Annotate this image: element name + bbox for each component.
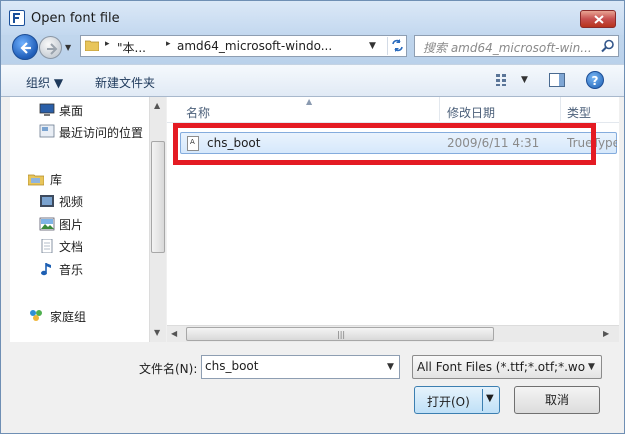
window-title: Open font file bbox=[31, 11, 120, 26]
column-type[interactable]: 类型 bbox=[567, 104, 591, 121]
back-button[interactable] bbox=[12, 34, 38, 60]
file-type-dropdown-icon[interactable]: ▼ bbox=[588, 362, 595, 372]
forward-arrow-icon bbox=[47, 43, 58, 55]
column-divider[interactable] bbox=[560, 97, 561, 121]
column-date-modified[interactable]: 修改日期 bbox=[447, 104, 495, 121]
organize-menu-button[interactable]: 组织 ▼ bbox=[26, 74, 63, 91]
close-icon bbox=[594, 15, 604, 24]
open-button-label: 打开(O) bbox=[427, 395, 470, 409]
filename-field[interactable] bbox=[205, 359, 375, 373]
breadcrumb-item[interactable]: amd64_microsoft-windo... bbox=[177, 39, 332, 53]
recent-pages-dropdown[interactable]: ▼ bbox=[65, 43, 71, 52]
filename-dropdown-icon[interactable]: ▼ bbox=[387, 362, 394, 372]
annotation-highlight-box bbox=[173, 123, 596, 165]
file-type-filter[interactable]: All Font Files (*.ttf;*.otf;*.woff ▼ bbox=[412, 355, 602, 379]
column-divider[interactable] bbox=[439, 97, 440, 121]
scroll-left-icon[interactable]: ◀ bbox=[171, 329, 177, 338]
split-divider bbox=[482, 389, 483, 411]
desktop-icon bbox=[39, 103, 55, 116]
nav-item-homegroup[interactable]: 家庭组 bbox=[50, 308, 86, 326]
nav-item-desktop[interactable]: 桌面 bbox=[59, 102, 83, 120]
address-bar[interactable]: ▸ "本... ▸ amd64_microsoft-windo... ▼ bbox=[80, 35, 407, 57]
music-icon bbox=[41, 263, 51, 276]
recent-places-icon bbox=[39, 124, 55, 138]
search-box[interactable]: 搜索 amd64_microsoft-win... bbox=[414, 35, 619, 57]
search-icon[interactable] bbox=[601, 39, 615, 53]
scroll-right-icon[interactable]: ▶ bbox=[603, 329, 609, 338]
help-icon[interactable]: ? bbox=[586, 71, 604, 89]
cancel-button[interactable]: 取消 bbox=[514, 386, 600, 414]
column-name[interactable]: 名称 bbox=[186, 104, 210, 121]
open-font-dialog: Open font file ▼ ▸ "本... ▸ amd64_microso… bbox=[0, 0, 625, 434]
nav-item-videos[interactable]: 视频 bbox=[59, 193, 83, 211]
nav-item-documents[interactable]: 文档 bbox=[59, 238, 83, 256]
nav-pane-scrollbar[interactable]: ▲ ▼ bbox=[149, 97, 166, 342]
scroll-thumb[interactable]: ||| bbox=[186, 327, 494, 341]
scroll-grip-icon: ||| bbox=[337, 330, 346, 339]
search-input[interactable]: 搜索 amd64_microsoft-win... bbox=[423, 39, 592, 56]
filename-combobox[interactable]: ▼ bbox=[201, 355, 400, 379]
videos-icon bbox=[40, 195, 54, 207]
library-icon bbox=[28, 174, 44, 186]
file-type-filter-value: All Font Files (*.ttf;*.otf;*.woff bbox=[417, 360, 585, 374]
sort-ascending-icon: ▲ bbox=[306, 97, 313, 106]
documents-icon bbox=[41, 239, 53, 253]
file-list-scrollbar[interactable]: ◀ ||| ▶ bbox=[167, 325, 619, 342]
address-dropdown-button[interactable]: ▼ bbox=[369, 41, 376, 51]
command-toolbar: 组织 ▼ 新建文件夹 ▼ ? bbox=[1, 64, 624, 97]
nav-item-music[interactable]: 音乐 bbox=[59, 261, 83, 279]
nav-item-recent-places[interactable]: 最近访问的位置 bbox=[59, 124, 143, 142]
pictures-icon bbox=[39, 217, 55, 231]
breadcrumb-separator[interactable]: ▸ bbox=[105, 39, 110, 49]
preview-pane-icon[interactable] bbox=[549, 73, 565, 87]
back-arrow-icon bbox=[20, 42, 31, 54]
navigation-pane: 桌面 最近访问的位置 库 视频 图片 文档 音乐 家庭组 bbox=[10, 97, 165, 342]
title-bar: Open font file bbox=[1, 1, 624, 35]
refresh-button[interactable] bbox=[387, 37, 405, 55]
new-folder-button[interactable]: 新建文件夹 bbox=[95, 74, 155, 91]
view-options-icon[interactable] bbox=[495, 73, 513, 87]
scroll-thumb[interactable] bbox=[151, 141, 165, 253]
breadcrumb-item[interactable]: "本... bbox=[117, 39, 146, 56]
forward-button[interactable] bbox=[39, 36, 62, 59]
close-button[interactable] bbox=[580, 10, 616, 28]
nav-item-pictures[interactable]: 图片 bbox=[59, 216, 83, 234]
homegroup-icon bbox=[30, 310, 42, 321]
refresh-icon bbox=[392, 39, 403, 52]
breadcrumb-separator[interactable]: ▸ bbox=[166, 39, 171, 49]
folder-icon bbox=[85, 40, 99, 51]
scroll-down-icon[interactable]: ▼ bbox=[154, 328, 160, 337]
nav-item-library[interactable]: 库 bbox=[50, 171, 62, 189]
scroll-up-icon[interactable]: ▲ bbox=[154, 101, 160, 110]
open-button[interactable]: 打开(O) ▼ bbox=[414, 386, 500, 414]
view-options-dropdown[interactable]: ▼ bbox=[521, 75, 528, 85]
column-header: ▲ 名称 修改日期 类型 bbox=[167, 97, 619, 123]
app-icon bbox=[9, 10, 25, 26]
open-options-dropdown-icon[interactable]: ▼ bbox=[486, 393, 494, 404]
filename-label: 文件名(N): bbox=[139, 362, 198, 376]
